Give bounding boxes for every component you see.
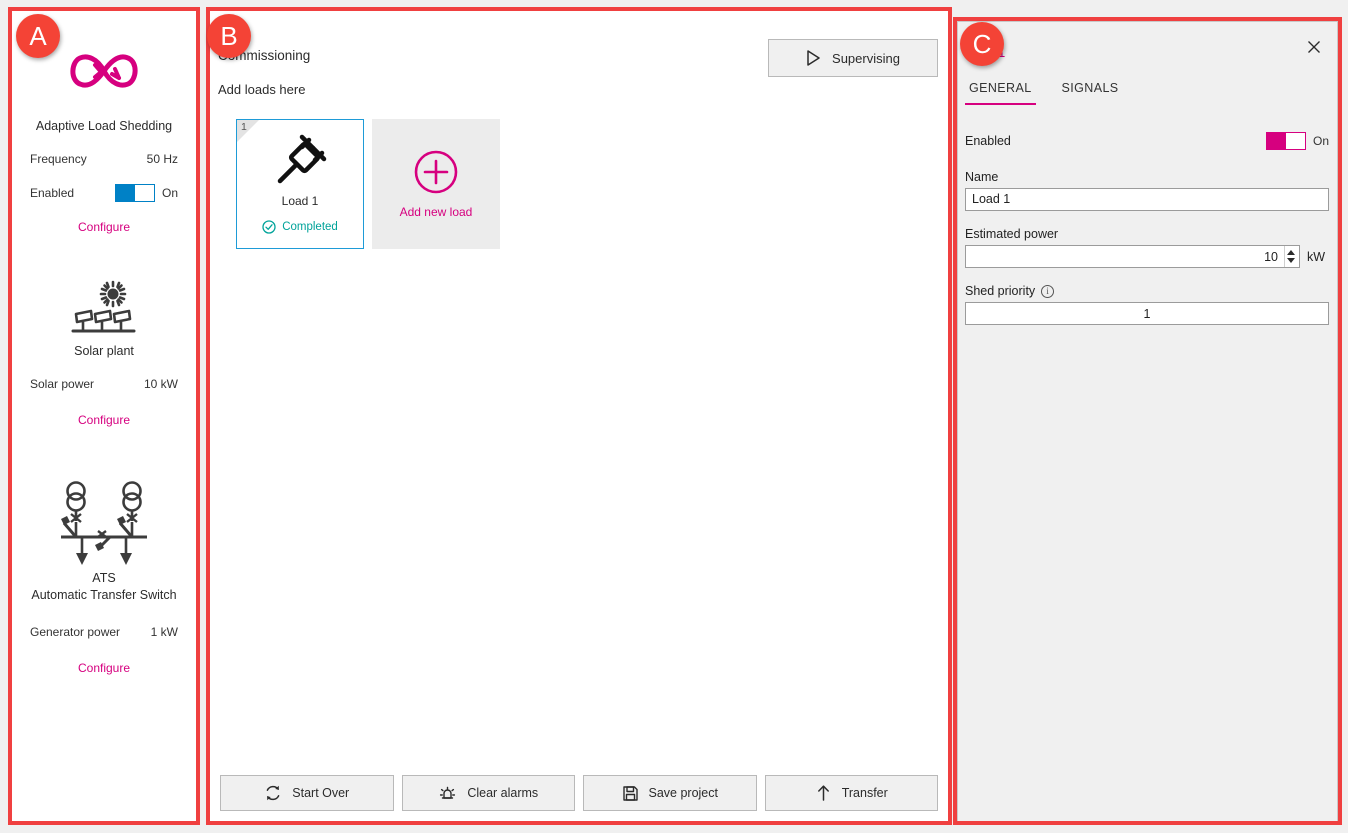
estimated-power-field-block: Estimated power 10 kW [965, 227, 1329, 268]
shed-priority-field-block: Shed priority i 1 [965, 284, 1329, 325]
annotation-badge-c: C [960, 22, 1004, 66]
upload-arrow-icon [815, 784, 832, 802]
ats-icon [28, 477, 180, 569]
annotation-badge-a: A [16, 14, 60, 58]
annotation-badge-b: B [207, 14, 251, 58]
app-window: Adaptive Load Shedding Frequency 50 Hz E… [0, 0, 1348, 833]
enabled-label: Enabled [965, 134, 1011, 148]
name-field-block: Name Load 1 [965, 170, 1329, 211]
enabled-label: Enabled [30, 186, 74, 200]
load-tile[interactable]: 1 Load 1 [236, 119, 364, 249]
shed-priority-label: Shed priority [965, 284, 1035, 298]
play-icon [806, 50, 821, 66]
supervising-button-label: Supervising [832, 51, 900, 66]
toggle-state-label: On [162, 186, 178, 200]
asset-title-line1: ATS [28, 571, 180, 586]
estimated-power-label: Estimated power [965, 227, 1329, 241]
tile-number: 1 [241, 121, 247, 133]
tile-status-label: Completed [282, 221, 338, 233]
save-project-button[interactable]: Save project [583, 775, 757, 811]
transfer-button[interactable]: Transfer [765, 775, 939, 811]
start-over-button[interactable]: Start Over [220, 775, 394, 811]
asset-title: Solar plant [28, 344, 180, 359]
kv-value: 1 kW [151, 625, 178, 639]
alarm-icon [438, 784, 457, 802]
save-project-label: Save project [649, 786, 718, 800]
kv-label: Generator power [30, 625, 120, 639]
supervising-button[interactable]: Supervising [768, 39, 938, 77]
name-label: Name [965, 170, 1329, 184]
stepper-up-icon[interactable] [1287, 250, 1295, 255]
toggle-state-label: On [1313, 134, 1329, 148]
check-circle-icon [262, 220, 276, 234]
section-label-add-loads: Add loads here [218, 82, 305, 97]
configure-link-solar-plant[interactable]: Configure [28, 413, 180, 427]
kv-label: Solar power [30, 377, 94, 391]
tab-general[interactable]: GENERAL [965, 77, 1036, 105]
clear-alarms-button[interactable]: Clear alarms [402, 775, 576, 811]
configure-link-ats[interactable]: Configure [28, 661, 180, 675]
commissioning-workspace: Commissioning Add loads here Supervising… [209, 10, 949, 822]
plus-circle-icon [413, 149, 459, 195]
quantity-stepper[interactable] [1284, 246, 1297, 267]
kv-value: 50 Hz [147, 152, 178, 166]
estimated-power-input[interactable]: 10 [965, 245, 1300, 268]
kv-value: 10 kW [144, 377, 178, 391]
asset-title: Adaptive Load Shedding [28, 119, 180, 134]
enabled-toggle-row: Enabled On [28, 184, 180, 202]
transfer-label: Transfer [842, 786, 888, 800]
add-new-load-tile[interactable]: Add new load [372, 119, 500, 249]
estimated-power-row: 10 kW [965, 245, 1329, 268]
asset-kv-row: Solar power 10 kW [28, 377, 180, 391]
asset-kv-row: Frequency 50 Hz [28, 152, 180, 166]
kv-label: Frequency [30, 152, 87, 166]
tile-status: Completed [237, 220, 363, 234]
asset-card-ats: ATS Automatic Transfer Switch Generator … [12, 427, 196, 675]
enabled-field-row: Enabled On [965, 132, 1329, 150]
action-button-bar: Start Over [210, 775, 948, 811]
asset-kv-row: Generator power 1 kW [28, 625, 180, 639]
solar-plant-icon [28, 278, 180, 342]
left-asset-sidebar: Adaptive Load Shedding Frequency 50 Hz E… [11, 10, 197, 822]
shed-priority-label-row: Shed priority i [965, 284, 1329, 298]
toggle-switch[interactable] [1266, 132, 1306, 150]
enabled-toggle[interactable]: On [115, 184, 178, 202]
estimated-power-unit: kW [1307, 250, 1329, 264]
enabled-toggle[interactable]: On [1266, 132, 1329, 150]
tab-signals[interactable]: SIGNALS [1058, 77, 1123, 105]
floppy-disk-icon [622, 785, 639, 802]
close-icon[interactable] [1301, 34, 1327, 60]
start-over-label: Start Over [292, 786, 349, 800]
clear-alarms-label: Clear alarms [467, 786, 538, 800]
properties-form: Enabled On Name Load 1 Estimated power 1… [965, 132, 1329, 341]
properties-panel: Load 1 GENERAL SIGNALS Enabled On Name L… [957, 21, 1338, 822]
add-new-load-label: Add new load [400, 205, 473, 219]
load-tiles-container: 1 Load 1 [236, 119, 500, 249]
asset-card-solar-plant: Solar plant Solar power 10 kW Configure [12, 234, 196, 427]
tile-name: Load 1 [237, 194, 363, 208]
asset-title-line2: Automatic Transfer Switch [28, 588, 180, 603]
info-icon[interactable]: i [1041, 285, 1054, 298]
toggle-switch[interactable] [115, 184, 155, 202]
shed-priority-input[interactable]: 1 [965, 302, 1329, 325]
configure-link-load-shedding[interactable]: Configure [28, 220, 180, 234]
estimated-power-value: 10 [1264, 250, 1284, 264]
properties-tabs: GENERAL SIGNALS [965, 77, 1123, 105]
name-input[interactable]: Load 1 [965, 188, 1329, 211]
refresh-icon [264, 784, 282, 802]
stepper-down-icon[interactable] [1287, 258, 1295, 263]
